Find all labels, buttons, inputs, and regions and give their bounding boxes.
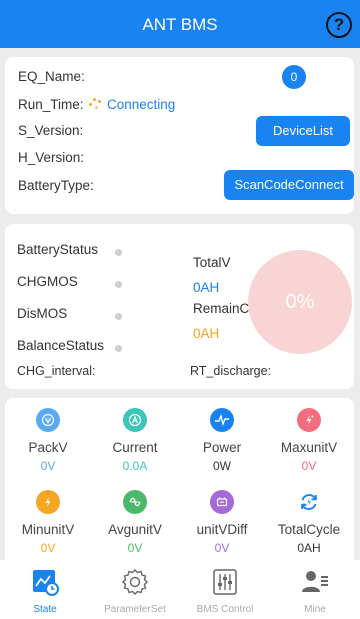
user-profile-icon	[300, 567, 330, 597]
remain-capacity-label: RemainC	[193, 301, 250, 316]
run-time-value: Connecting	[107, 97, 176, 112]
tab-bms-control[interactable]: BMS Control	[180, 560, 270, 619]
battery-status-label: BatteryStatus	[17, 242, 99, 257]
dismos-label: DisMOS	[17, 306, 68, 321]
power-pulse-icon	[210, 408, 234, 432]
metric-value: 0V	[214, 541, 230, 555]
soc-gauge: 0%	[248, 250, 352, 354]
chgmos-indicator	[115, 281, 122, 288]
max-unit-voltage-icon	[297, 408, 321, 432]
sliders-icon	[210, 567, 240, 597]
metric-packv: PackV 0V	[6, 408, 90, 473]
metric-minunitv: MinunitV 0V	[6, 490, 90, 555]
metric-name: TotalCycle	[277, 522, 341, 537]
unit-voltage-diff-icon	[210, 490, 234, 514]
metrics-card: PackV 0V Current 0.0A Power 0W MaxunitV …	[5, 398, 354, 560]
rt-discharge-label: RT_discharge:	[190, 364, 272, 378]
tab-label: BMS Control	[196, 604, 254, 615]
scan-code-connect-button[interactable]: ScanCodeConnect	[224, 170, 354, 200]
loading-spinner-icon	[89, 98, 103, 110]
metric-name: PackV	[28, 440, 68, 455]
metric-value: 0V	[40, 459, 56, 473]
metric-name: MaxunitV	[280, 440, 338, 455]
total-cycle-icon	[297, 490, 321, 514]
min-unit-voltage-icon	[36, 490, 60, 514]
dismos-indicator	[115, 313, 122, 320]
metric-value: 0.0A	[122, 459, 148, 473]
remain-capacity-value: 0AH	[193, 326, 220, 341]
tab-label: State	[33, 604, 57, 615]
metric-name: MinunitV	[21, 522, 75, 537]
pack-voltage-icon	[36, 408, 60, 432]
bottom-tab-bar: State ParameterSet BMS Control Mine	[0, 560, 360, 619]
metric-value: 0V	[301, 459, 317, 473]
metric-value: 0W	[213, 459, 231, 473]
app-header: ANT BMS ?	[0, 0, 360, 48]
total-voltage-value: 0AH	[193, 280, 220, 295]
eq-name-label: EQ_Name:	[18, 69, 85, 84]
question-circle-icon[interactable]: ?	[326, 12, 352, 38]
avg-unit-voltage-icon	[123, 490, 147, 514]
tab-state[interactable]: State	[0, 560, 90, 619]
run-time-status: Connecting	[89, 97, 175, 112]
battery-status-indicator	[115, 249, 122, 256]
battery-type-label: BatteryType:	[18, 178, 94, 193]
current-icon	[123, 408, 147, 432]
metric-value: 0V	[127, 541, 143, 555]
tab-parameterset[interactable]: ParameterSet	[90, 560, 180, 619]
metric-power: Power 0W	[180, 408, 264, 473]
metric-unitvdiff: unitVDiff 0V	[180, 490, 264, 555]
balance-status-label: BalanceStatus	[17, 338, 105, 353]
app-title: ANT BMS	[142, 15, 218, 34]
balance-status-indicator	[115, 345, 122, 352]
metric-current: Current 0.0A	[93, 408, 177, 473]
metric-avgunitv: AvgunitV 0V	[93, 490, 177, 555]
chgmos-label: CHGMOS	[17, 274, 78, 289]
metric-name: Power	[202, 440, 242, 455]
tab-mine[interactable]: Mine	[270, 560, 360, 619]
tab-label: Mine	[304, 604, 326, 615]
metric-name: unitVDiff	[196, 522, 248, 537]
metric-value: 0V	[40, 541, 56, 555]
metric-name: Current	[112, 440, 158, 455]
total-voltage-label: TotalV	[193, 255, 231, 270]
metric-name: AvgunitV	[108, 522, 162, 537]
battery-status-card: BatteryStatus CHGMOS DisMOS BalanceStatu…	[5, 224, 354, 389]
metric-value: 0AH	[297, 541, 321, 555]
chg-interval-label: CHG_interval:	[17, 364, 96, 378]
h-version-label: H_Version:	[18, 150, 85, 165]
s-version-label: S_Version:	[18, 123, 84, 138]
tab-label: ParameterSet	[104, 604, 166, 615]
run-time-label: Run_Time:	[18, 97, 84, 112]
state-chart-icon	[30, 567, 60, 597]
metric-totalcycle: TotalCycle 0AH	[267, 490, 351, 555]
device-count-badge[interactable]: 0	[282, 65, 306, 89]
device-info-card: EQ_Name: 0 Run_Time: Connecting S_Versio…	[5, 57, 354, 214]
gear-icon	[120, 567, 150, 597]
device-list-button[interactable]: DeviceList	[256, 116, 350, 146]
metric-maxunitv: MaxunitV 0V	[267, 408, 351, 473]
